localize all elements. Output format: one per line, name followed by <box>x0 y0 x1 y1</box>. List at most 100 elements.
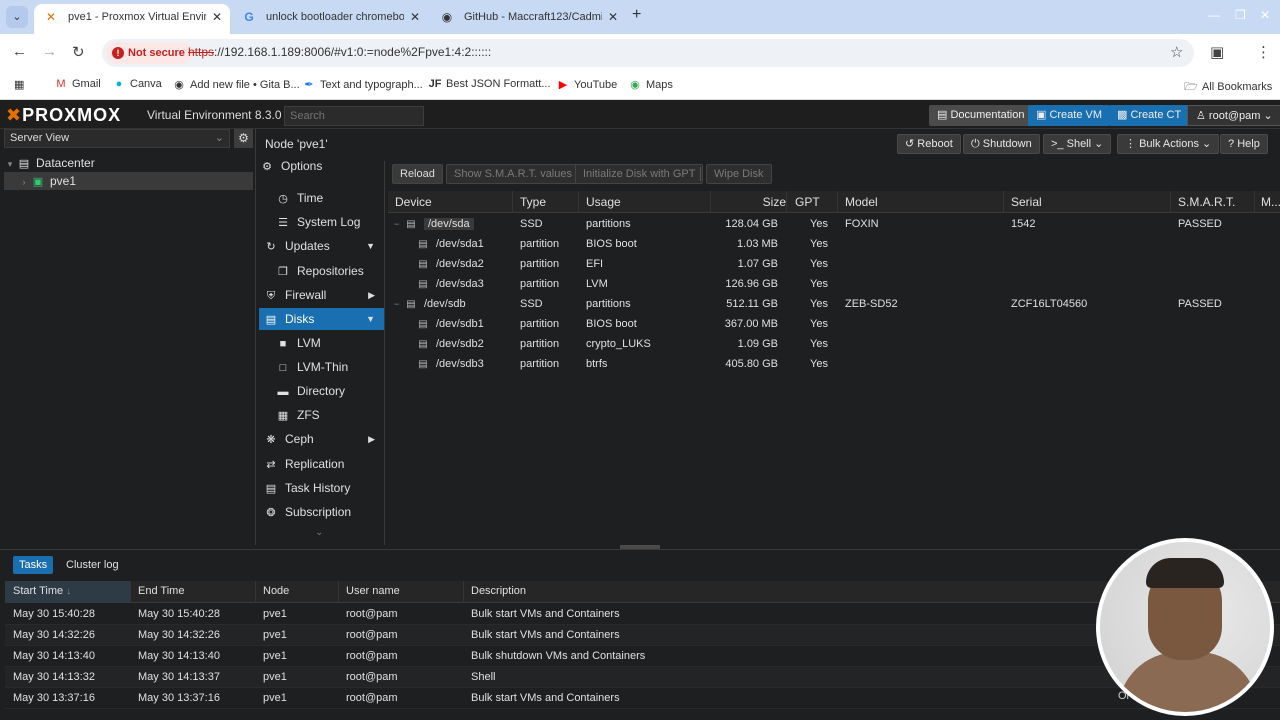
disk-row[interactable]: ▤ /dev/sdb1 partition BIOS boot 367.00 MB Yes <box>388 314 1280 334</box>
bookmark-add-new-file[interactable]: ◉ Add new file • Gita B... <box>172 78 299 91</box>
cell-type: partition <box>520 278 560 290</box>
task-row[interactable]: May 30 14:32:26 May 30 14:32:26 pve1 root@p… <box>5 625 1280 646</box>
task-row[interactable]: May 30 14:13:32 May 30 14:13:37 pve1 root@p… <box>5 667 1280 688</box>
col-mounted[interactable]: M... <box>1261 195 1280 209</box>
collapse-icon[interactable]: ▾ <box>4 155 16 173</box>
bookmark-maps[interactable]: ◉ Maps <box>628 78 673 91</box>
nav-system-log[interactable]: ☰ System Log <box>259 211 384 233</box>
bookmark-text-typography[interactable]: ✒ Text and typograph... <box>302 78 422 91</box>
nav-replication[interactable]: ⇄ Replication <box>259 453 384 475</box>
tree-item-node[interactable]: › ▣ pve1 <box>4 172 253 190</box>
view-selector[interactable]: Server View ⌄ <box>4 129 230 148</box>
nav-ceph[interactable]: ❋ Ceph ▶ <box>259 428 384 450</box>
collapse-icon[interactable]: − <box>394 294 404 314</box>
nav-directory[interactable]: ▬ Directory <box>259 380 384 402</box>
col-type[interactable]: Type <box>520 195 546 209</box>
close-icon[interactable]: ✕ <box>212 4 222 30</box>
col-size[interactable]: Size <box>746 195 786 209</box>
nav-lvm[interactable]: ■ LVM <box>259 332 384 354</box>
col-gpt[interactable]: GPT <box>795 195 820 209</box>
show-smart-button[interactable]: Show S.M.A.R.T. values <box>446 164 580 184</box>
disk-row[interactable]: ▤ /dev/sda2 partition EFI 1.07 GB Yes <box>388 254 1280 274</box>
task-row[interactable]: May 30 15:40:28 May 30 15:40:28 pve1 root@p… <box>5 604 1280 625</box>
col-usage[interactable]: Usage <box>586 195 621 209</box>
proxmox-icon: ✕ <box>45 10 57 24</box>
close-icon[interactable]: ✕ <box>608 4 618 30</box>
bookmark-gmail[interactable]: M Gmail <box>54 78 100 90</box>
nav-updates[interactable]: ↻ Updates ▼ <box>259 235 384 257</box>
disk-row[interactable]: ▤ /dev/sda1 partition BIOS boot 1.03 MB Yes <box>388 234 1280 254</box>
create-vm-button[interactable]: ▣ Create VM <box>1028 105 1111 126</box>
close-window-icon[interactable]: ✕ <box>1260 8 1270 22</box>
reboot-button[interactable]: ↺ Reboot <box>897 134 961 154</box>
nav-time[interactable]: ◷ Time <box>259 187 384 209</box>
col-smart[interactable]: S.M.A.R.T. <box>1178 195 1235 209</box>
forward-icon[interactable]: → <box>42 43 57 60</box>
col-device[interactable]: Device <box>395 195 432 209</box>
browser-tab-github[interactable]: ◉ GitHub - Maccraft123/Cadmium ✕ <box>430 4 626 34</box>
col-model[interactable]: Model <box>845 195 878 209</box>
nav-firewall[interactable]: ⛨ Firewall ▶ <box>259 284 384 306</box>
browser-tab-proxmox[interactable]: ✕ pve1 - Proxmox Virtual Environment ✕ <box>34 4 230 34</box>
bookmark-star-icon[interactable]: ☆ <box>1170 43 1183 61</box>
all-bookmarks[interactable]: 🗁 All Bookmarks <box>1184 78 1272 97</box>
minimize-icon[interactable]: — <box>1208 8 1220 22</box>
disk-row[interactable]: ▤ /dev/sdb3 partition btrfs 405.80 GB Yes <box>388 354 1280 374</box>
proxmox-logo[interactable]: ✖PROXMOX <box>6 105 121 126</box>
disk-row[interactable]: − ▤ /dev/sdb SSD partitions 512.11 GB Yes ZEB-S… <box>388 294 1280 314</box>
restore-icon[interactable]: ❐ <box>1235 8 1246 22</box>
wipe-disk-button[interactable]: Wipe Disk <box>706 164 772 184</box>
nav-repositories[interactable]: ❐ Repositories <box>259 260 384 282</box>
col-description[interactable]: Description <box>471 585 526 597</box>
browser-tab-google[interactable]: G unlock bootloader chromebook ✕ <box>232 4 428 34</box>
col-serial[interactable]: Serial <box>1011 195 1042 209</box>
col-node[interactable]: Node <box>263 585 289 597</box>
task-row[interactable]: May 30 13:37:16 May 30 13:37:16 pve1 root@p… <box>5 688 1280 709</box>
bookmark-canva[interactable]: ● Canva <box>112 78 162 90</box>
disk-row[interactable]: ▤ /dev/sda3 partition LVM 126.96 GB Yes <box>388 274 1280 294</box>
menu-icon[interactable]: ⋮ <box>1256 43 1271 61</box>
gear-icon[interactable]: ⚙ <box>234 129 253 148</box>
reload-button[interactable]: Reload <box>392 164 443 184</box>
nav-options[interactable]: ⚙ Options <box>259 161 384 177</box>
expand-icon[interactable]: › <box>18 173 30 191</box>
shutdown-button[interactable]: ⏻ Shutdown <box>963 134 1040 154</box>
col-user-name[interactable]: User name <box>346 585 400 597</box>
bulk-actions-button[interactable]: ⋮ Bulk Actions ⌄ <box>1117 134 1220 154</box>
task-row[interactable]: May 30 14:13:40 May 30 14:13:40 pve1 root@p… <box>5 646 1280 667</box>
security-indicator[interactable]: ! Not secure <box>106 42 193 64</box>
documentation-button[interactable]: ▤ Documentation <box>929 105 1033 126</box>
user-menu-button[interactable]: ♙ root@pam ⌄ <box>1187 105 1280 126</box>
create-ct-button[interactable]: ▩ Create CT <box>1109 105 1190 126</box>
collapse-icon[interactable]: − <box>394 214 404 234</box>
initialize-gpt-button[interactable]: Initialize Disk with GPT <box>575 164 704 184</box>
nav-task-history[interactable]: ▤ Task History <box>259 477 384 499</box>
nav-subscription[interactable]: ❂ Subscription <box>259 501 384 523</box>
shell-button[interactable]: >_ Shell ⌄ <box>1043 134 1112 154</box>
new-tab-button[interactable]: + <box>632 6 641 24</box>
tree-item-datacenter[interactable]: ▾ ▤ Datacenter <box>4 154 253 172</box>
disk-row[interactable]: − ▤ /dev/sda SSD partitions 128.04 GB Yes FOXIN… <box>388 214 1280 234</box>
reload-icon[interactable]: ↻ <box>72 43 85 61</box>
back-icon[interactable]: ← <box>12 43 27 60</box>
col-end-time[interactable]: End Time <box>138 585 184 597</box>
url-text[interactable]: https://192.168.1.189:8006/#v1:0:=node%2… <box>188 45 491 59</box>
tab-cluster-log[interactable]: Cluster log <box>60 556 125 574</box>
col-start-time[interactable]: Start Time ↓ <box>5 581 130 603</box>
help-button[interactable]: ? Help <box>1220 134 1268 154</box>
scroll-down-chevron-icon[interactable]: ⌄ <box>315 527 323 538</box>
disk-row[interactable]: ▤ /dev/sdb2 partition crypto_LUKS 1.09 GB Yes <box>388 334 1280 354</box>
tab-tasks[interactable]: Tasks <box>13 556 54 574</box>
extensions-icon[interactable]: ▣ <box>1210 43 1224 61</box>
address-bar[interactable]: ! Not secure https://192.168.1.189:8006/… <box>102 39 1194 67</box>
search-input[interactable] <box>284 106 424 126</box>
bookmark-json-formatter[interactable]: JF Best JSON Formatt... <box>428 78 551 90</box>
close-icon[interactable]: ✕ <box>410 4 420 30</box>
device-name: /dev/sdb3 <box>436 358 484 370</box>
nav-disks[interactable]: ▤ Disks ▼ <box>259 308 384 330</box>
nav-lvm-thin[interactable]: □ LVM-Thin <box>259 356 384 378</box>
nav-zfs[interactable]: ▦ ZFS <box>259 404 384 426</box>
bookmark-youtube[interactable]: ▶ YouTube <box>556 78 617 91</box>
apps-icon[interactable]: ▦ <box>14 78 24 91</box>
tab-search-chevron-icon[interactable]: ⌄ <box>6 6 28 28</box>
